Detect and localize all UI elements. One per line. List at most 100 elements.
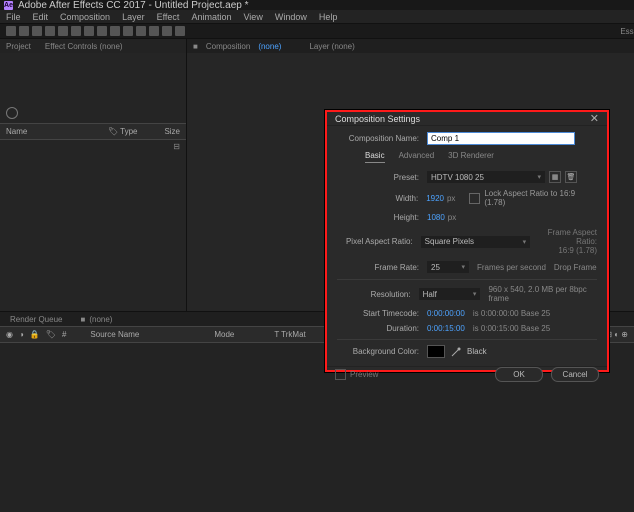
duration-hint: is 0:00:15:00 Base 25 [473,324,550,333]
far-value: 16:9 (1.78) [530,246,597,255]
workspace-label[interactable]: Ess [620,24,634,38]
resolution-hint: 960 x 540, 2.0 MB per 8bpc frame [488,285,597,303]
fps-suffix: Frames per second [477,263,546,272]
lock-icon[interactable]: 🔒 [30,330,40,339]
tool-brush[interactable] [123,26,133,36]
cancel-button[interactable]: Cancel [551,367,599,382]
tool-shape[interactable] [84,26,94,36]
height-value[interactable]: 1080 [427,213,445,222]
flowchart-icon[interactable]: ⊟ [173,142,180,151]
chevron-down-icon: ▾ [473,290,477,298]
width-value[interactable]: 1920 [426,194,444,203]
label-start-tc: Start Timecode: [337,309,427,318]
menubar: File Edit Composition Layer Effect Anima… [0,10,634,23]
label-bg-color: Background Color: [337,347,427,356]
menu-composition[interactable]: Composition [60,12,110,22]
start-tc-value[interactable]: 0:00:00:00 [427,309,465,318]
composition-settings-dialog: Composition Settings ✕ Composition Name:… [325,110,609,372]
toolbar [0,23,634,39]
lock-aspect-label: Lock Aspect Ratio to 16:9 (1.78) [484,189,597,207]
solo-icon[interactable]: ◑ [19,330,24,339]
tool-zoom[interactable] [32,26,42,36]
menu-file[interactable]: File [6,12,21,22]
label-height: Height: [337,213,427,222]
tool-anchor[interactable] [71,26,81,36]
menu-edit[interactable]: Edit [33,12,49,22]
comp-tab-icon: ■ [193,42,198,51]
tool-roto[interactable] [162,26,172,36]
start-tc-hint: is 0:00:00:00 Base 25 [473,309,550,318]
tool-rotate[interactable] [45,26,55,36]
drop-frame: Drop Frame [554,263,597,272]
tool-puppet[interactable] [175,26,185,36]
tool-clone[interactable] [136,26,146,36]
layer-tab[interactable]: Layer (none) [309,42,354,51]
chevron-down-icon: ▾ [537,173,541,181]
label-framerate: Frame Rate: [337,263,427,272]
label-par: Pixel Aspect Ratio: [337,237,421,246]
chevron-down-icon: ▾ [461,263,465,271]
tab-3d-renderer[interactable]: 3D Renderer [448,151,494,163]
preset-select[interactable]: HDTV 1080 25▾ [427,171,545,183]
timeline-comp-icon: ■ [80,315,85,324]
comp-name-input[interactable] [427,132,575,145]
comp-tab-prefix: Composition [206,42,250,51]
tab-timeline-none[interactable]: (none) [89,315,112,324]
window-title: Adobe After Effects CC 2017 - Untitled P… [18,0,249,11]
menu-animation[interactable]: Animation [191,12,231,22]
project-columns: Name 🏷Type Size [0,123,186,140]
col-name[interactable]: Name [6,127,108,136]
height-unit: px [448,213,456,222]
col-mode[interactable]: Mode [214,330,234,339]
tab-basic[interactable]: Basic [365,151,385,163]
menu-help[interactable]: Help [319,12,338,22]
label-preset: Preset: [337,173,427,182]
col-size[interactable]: Size [144,127,180,136]
framerate-select[interactable]: 25▾ [427,261,469,273]
menu-view[interactable]: View [243,12,262,22]
search-icon[interactable] [6,107,18,119]
col-source-name[interactable]: Source Name [90,330,139,339]
bg-color-name: Black [467,347,487,356]
menu-effect[interactable]: Effect [157,12,180,22]
tool-text[interactable] [110,26,120,36]
label-resolution: Resolution: [337,290,419,299]
resolution-select[interactable]: Half▾ [419,288,481,300]
width-unit: px [447,194,455,203]
col-type[interactable]: Type [120,127,137,136]
tab-advanced[interactable]: Advanced [399,151,435,163]
duration-value[interactable]: 0:00:15:00 [427,324,465,333]
eye-icon[interactable]: ◉ [6,330,13,339]
chevron-down-icon: ▾ [523,238,527,246]
tab-render-queue[interactable]: Render Queue [10,315,62,324]
ok-button[interactable]: OK [495,367,543,382]
far-title: Frame Aspect Ratio: [530,228,597,246]
par-select[interactable]: Square Pixels▾ [421,236,530,248]
tool-eraser[interactable] [149,26,159,36]
save-preset-icon[interactable]: ▦ [549,171,561,183]
eyedropper-icon[interactable] [451,347,461,357]
label-duration: Duration: [337,324,427,333]
composition-tabs: ■ Composition (none) Layer (none) [187,39,634,53]
preview-label: Preview [350,370,378,379]
tool-hand[interactable] [19,26,29,36]
tool-camera[interactable] [58,26,68,36]
tool-selection[interactable] [6,26,16,36]
bg-color-swatch[interactable] [427,345,445,358]
menu-layer[interactable]: Layer [122,12,145,22]
label-comp-name: Composition Name: [337,134,427,143]
tab-project[interactable]: Project [6,42,31,51]
delete-preset-icon[interactable]: 🗑 [565,171,577,183]
comp-tab-link[interactable]: (none) [258,42,281,51]
menu-window[interactable]: Window [275,12,307,22]
close-icon[interactable]: ✕ [590,112,599,125]
project-header [0,53,186,123]
titlebar: Ae Adobe After Effects CC 2017 - Untitle… [0,0,634,10]
preview-checkbox[interactable] [335,369,346,380]
label-icon[interactable]: 🏷 [46,330,56,339]
tab-effect-controls[interactable]: Effect Controls (none) [45,42,123,51]
tool-pen[interactable] [97,26,107,36]
lock-aspect-checkbox[interactable] [469,193,480,204]
col-trkmat[interactable]: T TrkMat [274,330,305,339]
app-logo: Ae [4,1,13,10]
